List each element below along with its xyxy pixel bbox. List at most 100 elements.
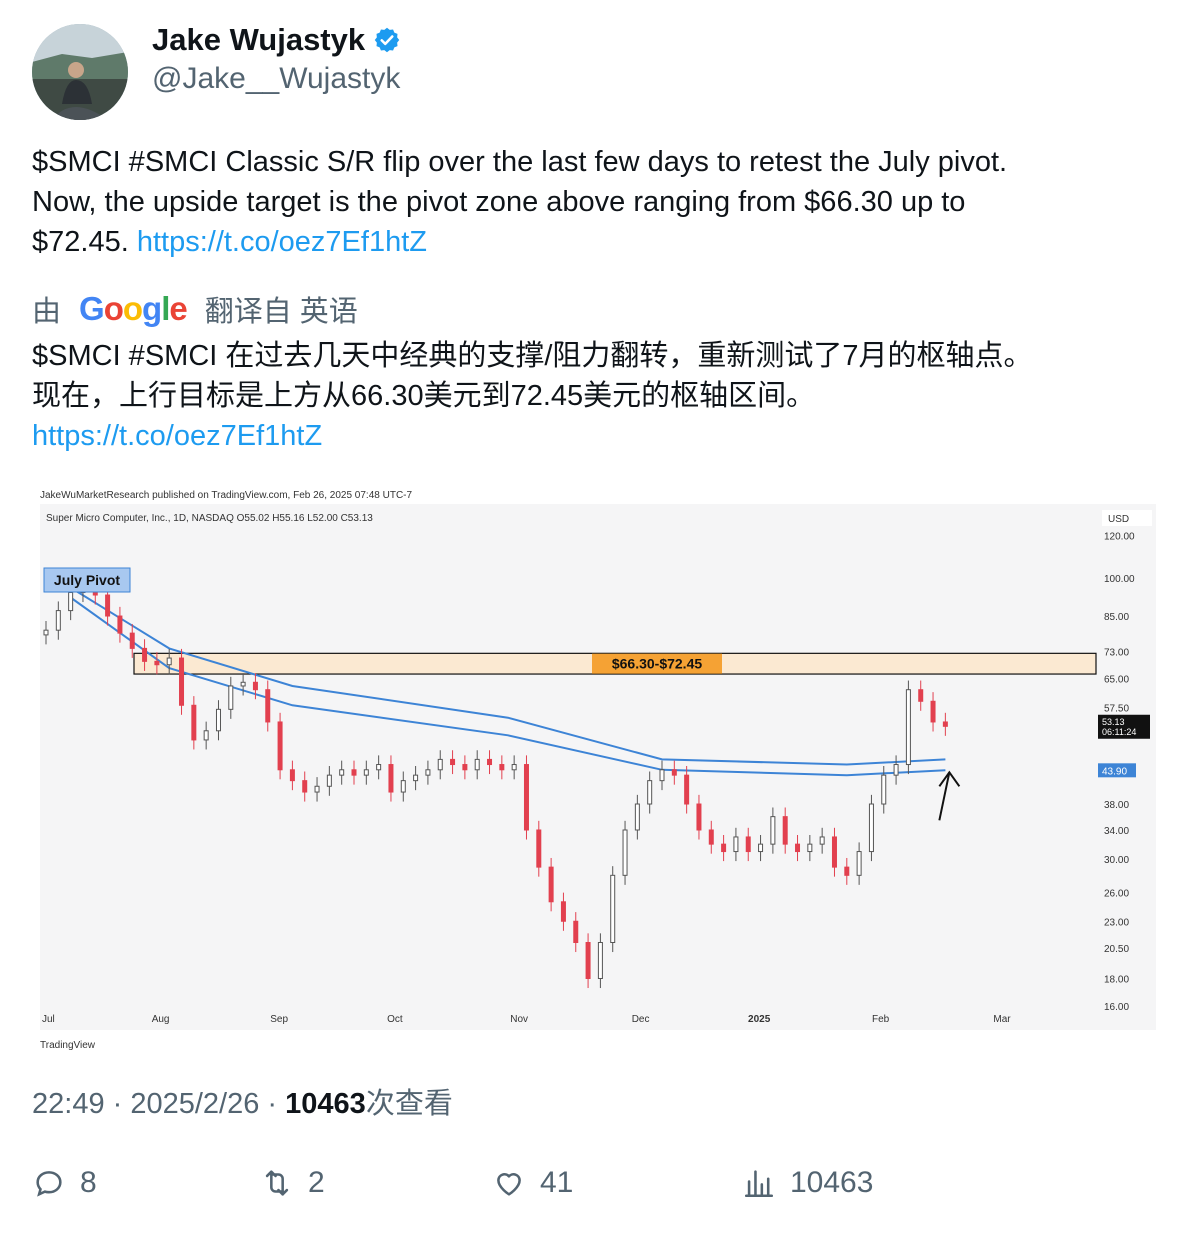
- y-tick-label: 20.50: [1104, 944, 1129, 955]
- candle-body: [560, 901, 566, 922]
- candle-body: [55, 610, 61, 631]
- tweet-meta: 22:49 · 2025/2/26 · 10463次查看: [32, 1088, 453, 1120]
- author-handle[interactable]: @Jake__Wujastyk: [152, 62, 400, 96]
- candle-body: [905, 689, 911, 766]
- candle-body: [819, 836, 825, 845]
- tweet-time[interactable]: 22:49: [32, 1088, 105, 1120]
- candle-body: [868, 803, 874, 853]
- candle-body: [918, 689, 924, 702]
- candle-body: [339, 769, 345, 776]
- candle-body: [289, 769, 295, 782]
- chart-symbol-line: Super Micro Computer, Inc., 1D, NASDAQ O…: [46, 513, 373, 524]
- candle: [868, 794, 874, 862]
- avatar[interactable]: [32, 24, 128, 120]
- candle-body: [314, 785, 320, 793]
- countdown-tag: 06:11:24: [1102, 727, 1136, 737]
- y-tick-label: 18.00: [1104, 974, 1129, 985]
- candle-body: [142, 647, 148, 662]
- tweet-text-line: $72.45. https://t.co/oez7Ef1htZ: [32, 226, 427, 258]
- candle-body: [228, 685, 234, 710]
- candle-body: [745, 836, 751, 853]
- tweet-link[interactable]: https://t.co/oez7Ef1htZ: [137, 226, 427, 258]
- candle-body: [376, 764, 382, 771]
- candle-body: [548, 866, 554, 903]
- retweet-button[interactable]: 2: [260, 1166, 325, 1200]
- views-suffix: 次查看: [365, 1088, 453, 1120]
- chart-published-line: JakeWuMarketResearch published on Tradin…: [40, 490, 412, 501]
- candle-body: [659, 769, 665, 782]
- candle-body: [807, 843, 813, 853]
- translated-text-line: 现在，上行目标是上方从66.30美元到72.45美元的枢轴区间。: [32, 380, 816, 412]
- candle: [610, 866, 616, 953]
- candle-body: [671, 769, 677, 776]
- action-bar: 8 2 41 10463: [32, 1166, 1164, 1210]
- candle-body: [733, 836, 739, 853]
- candle-body: [388, 764, 394, 793]
- candle: [277, 712, 283, 780]
- x-tick-label: Sep: [270, 1014, 288, 1025]
- y-tick-label: 120.00: [1104, 532, 1135, 543]
- candle-body: [708, 829, 714, 845]
- candle-body: [437, 758, 443, 771]
- candle-body: [179, 657, 185, 706]
- y-tick-label: 34.00: [1104, 826, 1129, 837]
- candle-body: [252, 681, 258, 691]
- candle-body: [844, 866, 850, 876]
- candle-body: [117, 615, 123, 634]
- candle-body: [487, 758, 493, 766]
- x-tick-label: Jul: [42, 1014, 55, 1025]
- candle-body: [450, 758, 456, 766]
- candle-body: [351, 769, 357, 776]
- candle-body: [363, 769, 369, 776]
- last-price-tag: 53.13: [1102, 717, 1125, 727]
- reply-button[interactable]: 8: [32, 1166, 97, 1200]
- reply-icon: [36, 1171, 62, 1197]
- candle-body: [105, 594, 111, 617]
- currency-label: USD: [1108, 514, 1129, 525]
- candle-body: [68, 592, 74, 612]
- analytics-icon: [744, 1170, 774, 1198]
- ma-price-tag: 43.90: [1102, 766, 1127, 777]
- like-count: 41: [540, 1166, 574, 1199]
- candle-body: [240, 681, 246, 687]
- candle-body: [265, 689, 271, 723]
- zone-label: $66.30-$72.45: [612, 656, 703, 672]
- candle-body: [166, 657, 172, 666]
- candle-body: [782, 816, 788, 845]
- y-tick-label: 23.00: [1104, 917, 1129, 928]
- translated-link[interactable]: https://t.co/oez7Ef1htZ: [32, 420, 322, 452]
- candle-body: [647, 780, 653, 805]
- candle: [905, 680, 911, 775]
- candle-body: [696, 803, 702, 831]
- candle-body: [511, 764, 517, 771]
- views-button[interactable]: 10463: [742, 1166, 873, 1200]
- x-tick-label: 2025: [748, 1014, 771, 1025]
- candle-body: [721, 843, 727, 853]
- candle-body: [634, 803, 640, 831]
- translation-prefix: 由: [32, 296, 62, 328]
- author-name[interactable]: Jake Wujastyk: [152, 22, 365, 58]
- candle: [622, 820, 628, 885]
- avatar-image: [32, 24, 128, 120]
- candlestick-chart: JakeWuMarketResearch published on Tradin…: [40, 490, 1156, 1051]
- candle-body: [43, 629, 49, 636]
- like-button[interactable]: 41: [492, 1166, 573, 1200]
- chart-image[interactable]: JakeWuMarketResearch published on Tradin…: [32, 478, 1164, 1058]
- translation-attribution: 由 Google 翻译自 英语: [32, 288, 358, 330]
- tweet-date[interactable]: 2025/2/26: [130, 1088, 259, 1120]
- candle-body: [795, 843, 801, 853]
- candle-body: [154, 660, 160, 666]
- tweet-text-line: $SMCI #SMCI Classic S/R flip over the la…: [32, 146, 1008, 178]
- candle-body: [930, 700, 936, 723]
- y-tick-label: 85.00: [1104, 612, 1129, 623]
- candle-body: [536, 829, 542, 868]
- x-tick-label: Aug: [152, 1014, 170, 1025]
- candle-body: [610, 874, 616, 944]
- candle-body: [585, 942, 591, 979]
- candle-body: [203, 730, 209, 741]
- x-tick-label: Feb: [872, 1014, 890, 1025]
- candle-body: [400, 780, 406, 793]
- google-logo[interactable]: Google: [79, 290, 188, 328]
- pivot-zone: $66.30-$72.45: [133, 652, 1097, 675]
- candle-body: [770, 816, 776, 845]
